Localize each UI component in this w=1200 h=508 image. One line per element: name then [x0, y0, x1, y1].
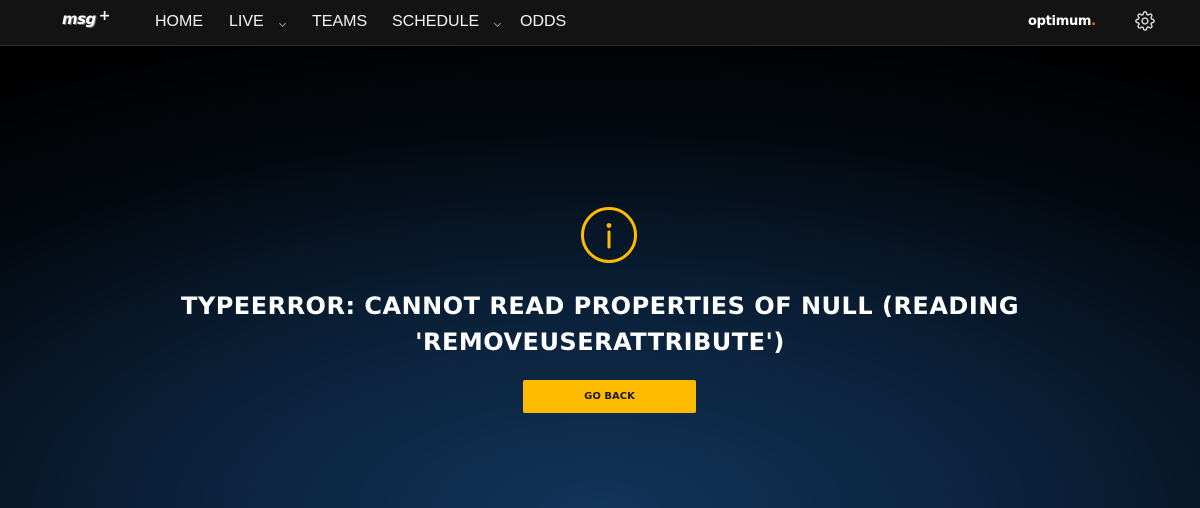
nav-odds-label: ODDS	[520, 13, 567, 30]
brand-dot: .	[1091, 14, 1096, 29]
optimum-logo[interactable]: optimum.	[1028, 13, 1096, 31]
info-icon	[580, 206, 638, 264]
error-hero	[0, 47, 1200, 508]
nav-schedule[interactable]: SCHEDULE	[392, 0, 502, 44]
error-message-line-2: 'REMOVEUSERATTRIBUTE')	[415, 328, 785, 356]
chevron-down-icon	[278, 19, 286, 27]
logo-plus-sign: +	[98, 8, 111, 24]
msg-plus-logo[interactable]: msg +	[62, 8, 111, 28]
go-back-button[interactable]: GO BACK	[523, 380, 696, 413]
nav-teams-label: TEAMS	[312, 13, 368, 30]
gear-icon[interactable]	[1135, 11, 1155, 31]
nav-teams[interactable]: TEAMS	[312, 0, 367, 44]
brand-name: optimum	[1028, 14, 1092, 29]
logo-text: msg	[62, 10, 96, 28]
nav-live[interactable]: LIVE	[229, 0, 286, 44]
chevron-down-icon	[494, 19, 502, 27]
top-navigation-bar: msg + HOME LIVE TEAMS SCHEDULE ODDS opti…	[0, 0, 1200, 46]
nav-odds[interactable]: ODDS	[520, 0, 566, 44]
nav-live-label: LIVE	[229, 13, 264, 30]
nav-home-label: HOME	[155, 13, 203, 30]
nav-home[interactable]: HOME	[155, 0, 203, 44]
error-message: TYPEERROR: CANNOT READ PROPERTIES OF NUL…	[0, 288, 1200, 360]
nav-schedule-label: SCHEDULE	[392, 13, 480, 30]
error-message-line-1: TYPEERROR: CANNOT READ PROPERTIES OF NUL…	[180, 292, 1020, 320]
